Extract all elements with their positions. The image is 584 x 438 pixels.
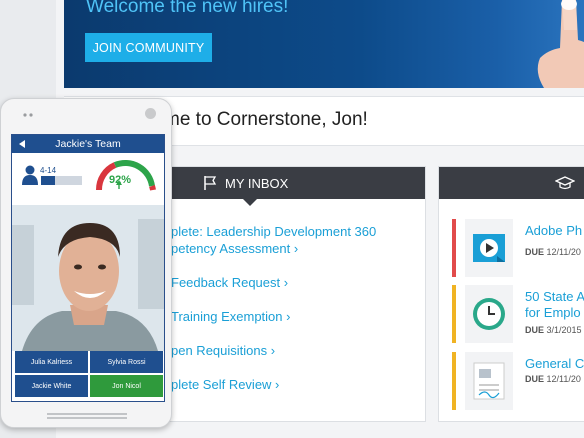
team-members-grid: Julia Kalriess Sylvia Rossi Jackie White… [15, 351, 163, 397]
document-icon [473, 362, 505, 400]
range-label: 4-14 [40, 166, 57, 175]
back-arrow-icon[interactable] [19, 140, 25, 148]
gauge-value: 92% [109, 174, 132, 186]
course-item[interactable]: General C DUE 12/11/20 [452, 352, 584, 410]
team-title: Jackie's Team [55, 138, 121, 150]
inbox-item[interactable]: petency Assessment › [171, 240, 425, 257]
course-status-bar [452, 285, 456, 343]
team-member-button[interactable]: Sylvia Rossi [90, 351, 163, 373]
inbox-item[interactable]: plete Self Review › [171, 376, 425, 393]
team-member-button[interactable]: Jackie White [15, 375, 88, 397]
play-icon [473, 234, 505, 262]
course-due: DUE 3/1/2015 [525, 325, 582, 335]
inbox-list: plete: Leadership Development 360 petenc… [155, 199, 425, 393]
course-thumbnail [465, 352, 513, 410]
sensor-dots-icon [23, 113, 33, 117]
course-title-line: 50 State A [525, 289, 584, 304]
inbox-item[interactable]: plete: Leadership Development 360 [171, 223, 425, 240]
course-status-bar [452, 352, 456, 410]
welcome-banner: Welcome the new hires! JOIN COMMUNITY [64, 0, 584, 88]
inbox-title: MY INBOX [225, 175, 289, 191]
due-date: 12/11/20 [546, 374, 581, 384]
camera-icon [145, 108, 156, 119]
person-icon [22, 165, 38, 185]
course-title[interactable]: General C [525, 356, 584, 372]
due-date: 3/1/2015 [546, 325, 582, 335]
banner-title: Welcome the new hires! [86, 0, 289, 17]
range-bar [41, 176, 82, 185]
inbox-item[interactable]: Training Exemption › [171, 308, 425, 325]
welcome-heading: me to Cornerstone, Jon! [164, 109, 368, 130]
course-title-line: for Emplo [525, 305, 581, 320]
mobile-phone: Jackie's Team 4-14 92% Julia Kalriess Sy… [0, 98, 172, 428]
join-community-button[interactable]: JOIN COMMUNITY [85, 33, 212, 62]
course-due: DUE 12/11/20 [525, 374, 581, 384]
inbox-item[interactable]: pen Requisitions › [171, 342, 425, 359]
team-member-button[interactable]: Jon Nicol [90, 375, 163, 397]
inbox-header: MY INBOX [155, 167, 425, 206]
clock-icon [473, 298, 505, 330]
course-thumbnail [465, 219, 513, 277]
portrait-image [12, 205, 164, 351]
team-header: Jackie's Team [12, 135, 164, 153]
due-label: DUE [525, 325, 545, 335]
due-label: DUE [525, 247, 545, 257]
team-member-button[interactable]: Julia Kalriess [15, 351, 88, 373]
course-title[interactable]: 50 State Afor Emplo [525, 289, 584, 321]
training-header [439, 167, 584, 199]
flag-icon [204, 176, 217, 190]
phone-screen: Jackie's Team 4-14 92% Julia Kalriess Sy… [11, 134, 165, 402]
course-title[interactable]: Adobe Ph [525, 223, 582, 239]
training-panel: Adobe Ph DUE 12/11/20 50 State Afor Empl… [438, 166, 584, 422]
speaker-grille-icon [47, 413, 127, 419]
course-item[interactable]: 50 State Afor Emplo DUE 3/1/2015 [452, 285, 584, 343]
due-date: 12/11/20 [546, 247, 581, 257]
inbox-item[interactable]: Feedback Request › [171, 274, 425, 291]
pointing-hand-image [537, 0, 584, 88]
due-label: DUE [525, 374, 545, 384]
team-stats: 4-14 92% [12, 153, 164, 205]
course-thumbnail [465, 285, 513, 343]
course-status-bar [452, 219, 456, 277]
range-bar-fill [41, 176, 56, 185]
course-item[interactable]: Adobe Ph DUE 12/11/20 [452, 219, 584, 277]
course-due: DUE 12/11/20 [525, 247, 581, 257]
profile-photo [12, 205, 164, 351]
inbox-panel: MY INBOX plete: Leadership Development 3… [154, 166, 426, 422]
graduation-cap-icon [555, 176, 575, 190]
